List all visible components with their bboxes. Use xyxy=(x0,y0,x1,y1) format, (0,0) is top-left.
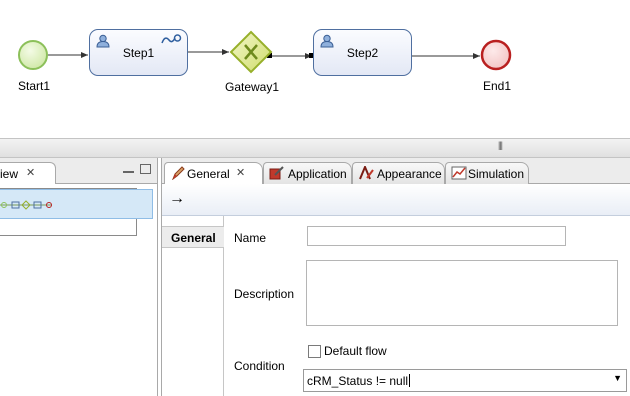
tab-simulation-label: Simulation xyxy=(468,167,525,181)
condition-value: cRM_Status != null xyxy=(307,374,411,388)
sash-grip-icon[interactable]: ||| xyxy=(498,140,503,150)
properties-tabstrip: General ✕ Application Appearance Simulat… xyxy=(162,158,630,185)
condition-combo[interactable]: cRM_Status != null ▼ xyxy=(303,369,627,392)
task-step2-label: Step2 xyxy=(346,46,379,60)
simulation-icon xyxy=(451,166,467,180)
end-event-label: End1 xyxy=(483,79,512,93)
outline-selection[interactable] xyxy=(0,189,153,219)
start-event[interactable] xyxy=(17,39,49,71)
start-event-label: Start1 xyxy=(18,79,51,93)
service-link-icon xyxy=(161,34,182,44)
tab-appearance[interactable]: Appearance xyxy=(352,162,445,184)
arrow-right-icon[interactable]: → xyxy=(169,190,185,208)
outline-thumbnail xyxy=(0,200,52,210)
outline-view-tab[interactable]: iew ✕ xyxy=(0,162,56,184)
condition-label: Condition xyxy=(234,359,285,373)
section-list: General xyxy=(162,216,224,396)
tab-general[interactable]: General ✕ xyxy=(164,162,263,185)
maximize-icon[interactable] xyxy=(140,164,151,174)
default-flow-label[interactable]: Default flow xyxy=(324,344,387,358)
close-icon[interactable]: ✕ xyxy=(236,166,245,179)
tab-general-label: General xyxy=(187,167,230,181)
tab-simulation[interactable]: Simulation xyxy=(445,162,529,184)
tab-appearance-label: Appearance xyxy=(377,167,442,181)
outline-view: iew ✕ xyxy=(0,158,158,396)
outline-content xyxy=(0,184,157,396)
description-textarea[interactable] xyxy=(306,260,618,326)
task-step1-label: Step1 xyxy=(122,46,155,60)
pencil-icon xyxy=(172,166,185,180)
editor-sash[interactable]: ||| xyxy=(0,138,630,158)
minimize-icon[interactable] xyxy=(123,168,134,173)
name-input[interactable] xyxy=(307,226,566,246)
gateway-label: Gateway1 xyxy=(225,80,280,94)
tab-application[interactable]: Application xyxy=(263,162,352,184)
application-icon xyxy=(269,166,284,180)
chevron-down-icon[interactable]: ▼ xyxy=(613,373,622,383)
description-label: Description xyxy=(234,287,295,301)
task-step2[interactable]: Step2 xyxy=(313,29,412,76)
properties-toolbar: → xyxy=(162,184,630,216)
properties-view: General ✕ Application Appearance Simulat… xyxy=(161,158,630,396)
tab-application-label: Application xyxy=(288,167,347,181)
appearance-icon xyxy=(359,166,374,180)
exclusive-gateway[interactable] xyxy=(229,30,273,74)
close-icon[interactable]: ✕ xyxy=(26,166,35,179)
name-label: Name xyxy=(234,231,267,245)
default-flow-checkbox[interactable] xyxy=(308,345,321,358)
end-event[interactable] xyxy=(480,39,514,73)
outline-view-tab-label: iew xyxy=(0,167,19,181)
task-step1[interactable]: Step1 xyxy=(89,29,188,76)
section-general[interactable]: General xyxy=(162,226,224,248)
process-diagram-canvas[interactable]: Start1 Step1 Gateway1 Step2 End1 xyxy=(0,0,630,138)
